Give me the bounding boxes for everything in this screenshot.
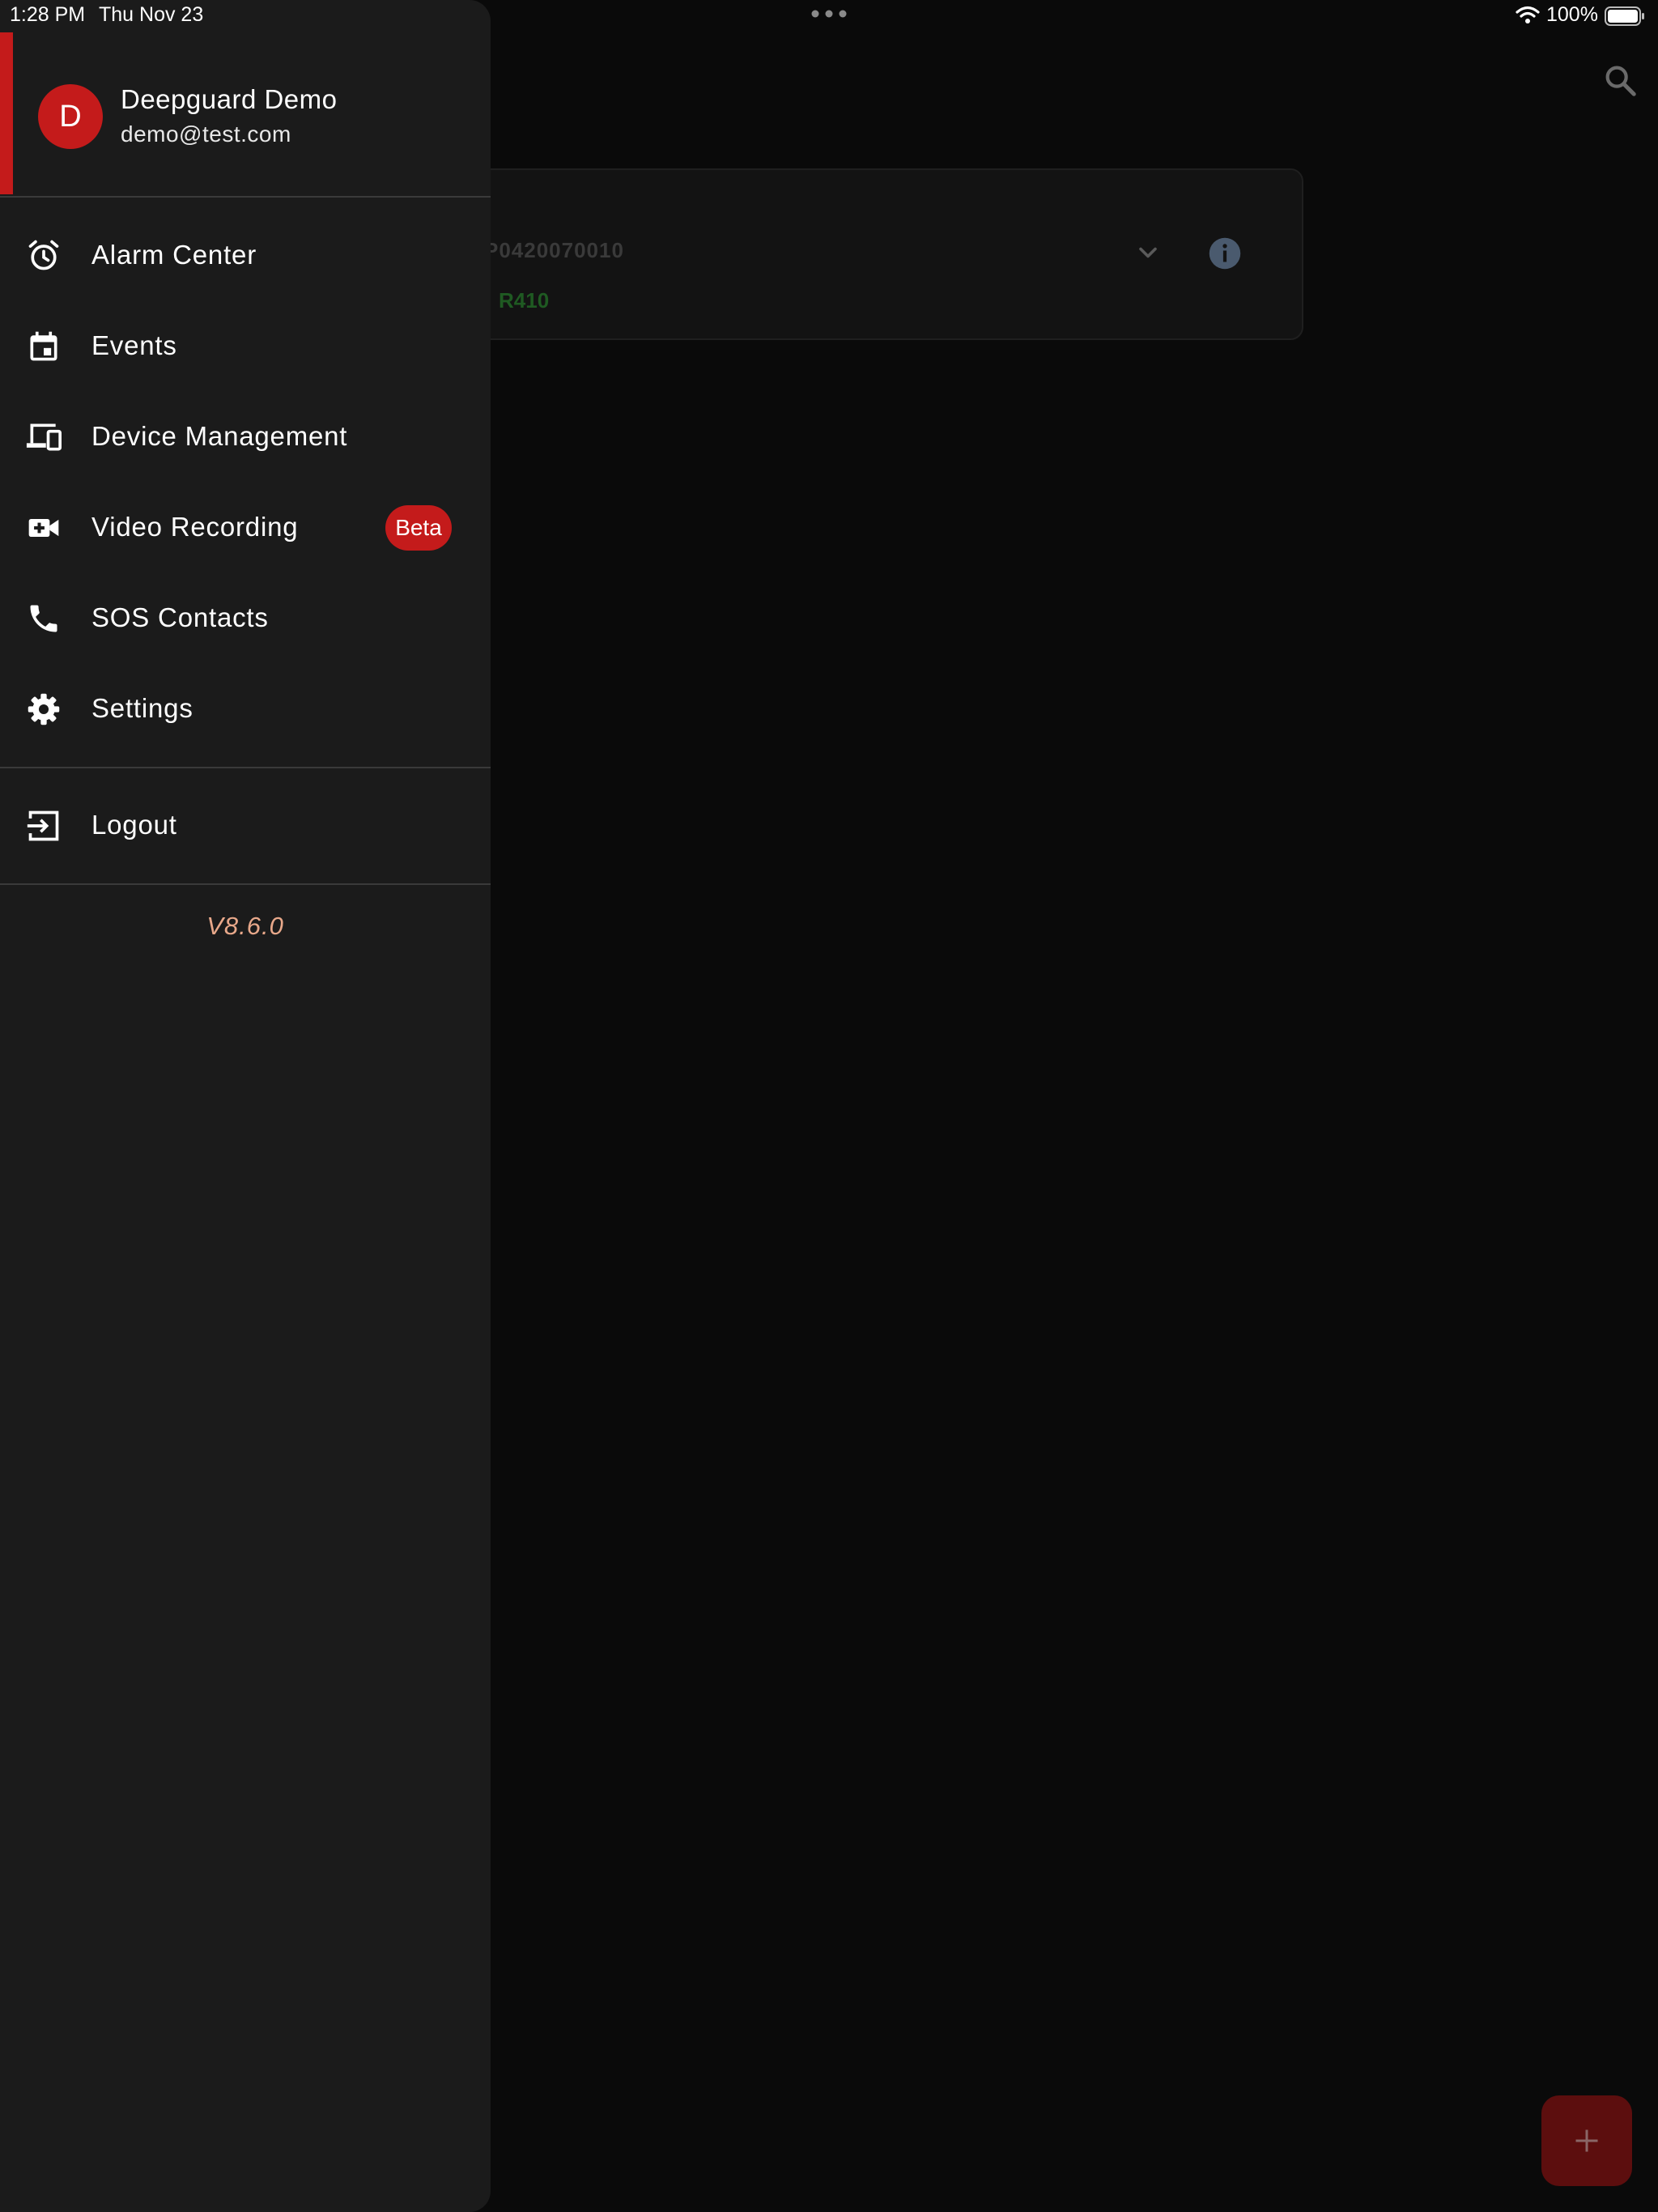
phone-icon xyxy=(30,605,57,632)
multitasking-dots-icon[interactable] xyxy=(811,10,847,18)
menu-item-label: Video Recording xyxy=(91,512,299,542)
menu-item-label: Alarm Center xyxy=(91,240,257,270)
status-time: 1:28 PM xyxy=(10,3,86,26)
alarm-clock-icon xyxy=(28,240,59,270)
divider xyxy=(0,767,491,768)
menu-item-video-recording[interactable]: Video Recording Beta xyxy=(0,487,491,568)
menu-item-label: SOS Contacts xyxy=(91,602,269,632)
menu-item-label: Settings xyxy=(91,693,193,723)
logout-icon xyxy=(27,810,59,841)
status-date: Thu Nov 23 xyxy=(99,3,204,26)
divider xyxy=(0,196,491,198)
video-camera-add-icon xyxy=(28,519,59,537)
menu-item-sos-contacts[interactable]: SOS Contacts xyxy=(0,578,491,659)
beta-badge: Beta xyxy=(385,505,452,551)
menu-item-alarm-center[interactable]: Alarm Center xyxy=(0,215,491,296)
device-card[interactable]: P0420070010 R410 xyxy=(453,168,1303,340)
info-icon xyxy=(1209,237,1241,270)
calendar-icon xyxy=(30,331,57,361)
menu-item-logout[interactable]: Logout xyxy=(0,785,491,866)
wifi-icon xyxy=(1516,6,1540,23)
info-button[interactable] xyxy=(1208,236,1242,270)
device-serial: P0420070010 xyxy=(484,238,624,262)
menu-item-device-management[interactable]: Device Management xyxy=(0,397,491,478)
devices-icon xyxy=(26,423,62,451)
chevron-down-icon xyxy=(1139,247,1157,258)
battery-icon xyxy=(1605,6,1644,26)
battery-percent: 100% xyxy=(1546,3,1598,26)
avatar[interactable]: D xyxy=(38,84,103,149)
app-version: V8.6.0 xyxy=(206,912,284,940)
divider xyxy=(0,883,491,885)
user-name: Deepguard Demo xyxy=(121,84,338,114)
gear-icon xyxy=(28,693,60,725)
plus-icon xyxy=(1575,2129,1598,2152)
menu-item-label: Device Management xyxy=(91,421,348,451)
add-device-button[interactable] xyxy=(1541,2095,1632,2186)
user-email: demo@test.com xyxy=(121,121,291,147)
menu-item-events[interactable]: Events xyxy=(0,306,491,387)
expand-button[interactable] xyxy=(1133,238,1163,267)
menu-item-label: Events xyxy=(91,330,177,360)
search-button[interactable] xyxy=(1601,62,1639,99)
menu-item-settings[interactable]: Settings xyxy=(0,669,491,750)
navigation-drawer: D Deepguard Demo demo@test.com Alarm Cen… xyxy=(0,0,491,2212)
header-accent-bar xyxy=(0,32,13,194)
drawer-header: D Deepguard Demo demo@test.com xyxy=(0,32,491,194)
device-model: R410 xyxy=(499,288,550,313)
menu-item-label: Logout xyxy=(91,810,177,840)
status-bar: 1:28 PM Thu Nov 23 100% xyxy=(0,0,1658,32)
search-icon xyxy=(1605,66,1636,96)
